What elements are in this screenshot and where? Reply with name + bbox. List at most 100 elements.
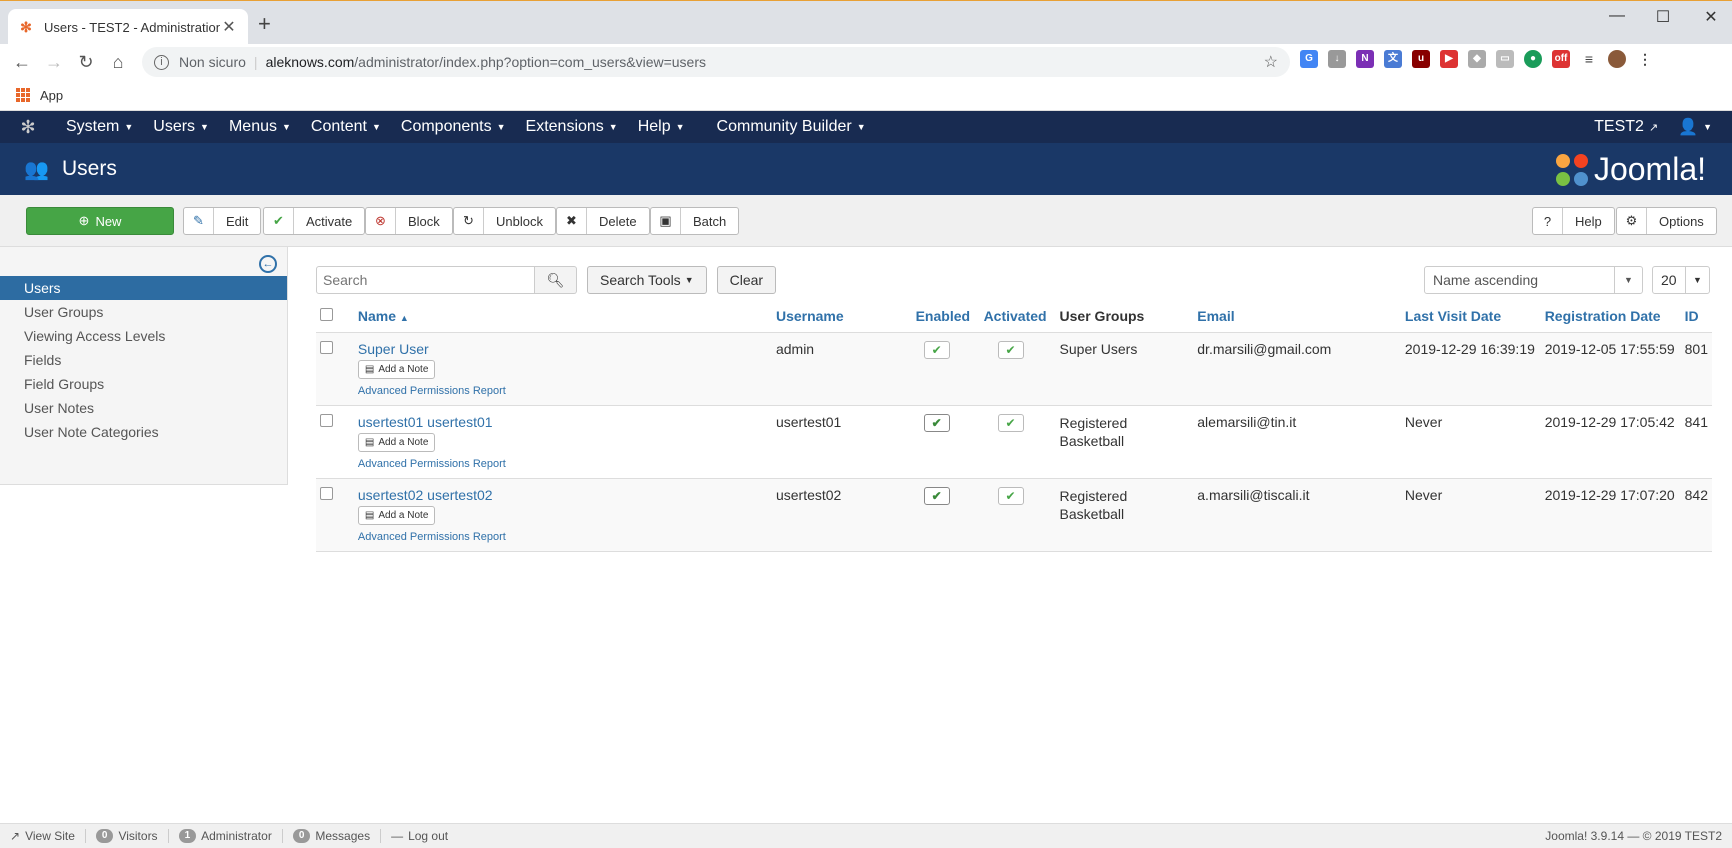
options-button[interactable]: ⚙ Options bbox=[1616, 207, 1717, 235]
col-registration[interactable]: Registration Date bbox=[1540, 300, 1681, 333]
permissions-report-link[interactable]: Advanced Permissions Report bbox=[358, 458, 768, 470]
col-name[interactable]: Name ▲ bbox=[353, 300, 772, 333]
col-username[interactable]: Username bbox=[771, 300, 912, 333]
home-icon[interactable]: ⌂ bbox=[102, 52, 134, 73]
translate-extension-icon[interactable]: 文 bbox=[1384, 50, 1402, 68]
messages-status[interactable]: 0 Messages bbox=[283, 829, 382, 843]
download-extension-icon[interactable]: ↓ bbox=[1328, 50, 1346, 68]
sidebar-item-access-levels[interactable]: Viewing Access Levels bbox=[0, 324, 287, 348]
activate-button[interactable]: ✔ Activate bbox=[263, 207, 366, 235]
menu-components[interactable]: Components ▼ bbox=[391, 118, 516, 136]
visitors-status[interactable]: 0 Visitors bbox=[86, 829, 169, 843]
caret-down-icon: ▼ bbox=[608, 122, 618, 132]
search-button[interactable]: 🔍︎ bbox=[535, 266, 577, 294]
user-name-link[interactable]: usertest02 usertest02 bbox=[358, 487, 768, 503]
col-last-visit[interactable]: Last Visit Date bbox=[1400, 300, 1541, 333]
view-site-link[interactable]: ↗ View Site bbox=[0, 829, 86, 843]
delete-button[interactable]: ✖ Delete bbox=[556, 207, 650, 235]
activated-check-icon[interactable]: ✔ bbox=[997, 413, 1024, 432]
sidebar-item-users[interactable]: Users bbox=[0, 276, 287, 300]
table-row: usertest02 usertest02 ▤ Add a Note Advanc… bbox=[316, 478, 1712, 552]
clear-button[interactable]: Clear bbox=[716, 266, 777, 294]
last-visit: Never bbox=[1400, 405, 1541, 479]
sort-select[interactable]: Name ascending ▼ bbox=[1424, 266, 1643, 294]
browser-tab[interactable]: ✻ Users - TEST2 - Administration ✕ bbox=[8, 9, 248, 45]
google-extension-icon[interactable]: G bbox=[1300, 50, 1318, 68]
bookmark-app[interactable]: App bbox=[40, 88, 63, 103]
ublock-extension-icon[interactable]: u bbox=[1412, 50, 1430, 68]
maximize-icon[interactable]: ☐ bbox=[1648, 7, 1678, 27]
menu-content[interactable]: Content ▼ bbox=[301, 118, 391, 136]
row-checkbox[interactable] bbox=[320, 413, 333, 427]
edit-button[interactable]: ✎ Edit bbox=[183, 207, 262, 235]
info-icon[interactable]: i bbox=[154, 54, 169, 70]
user-id: 801 bbox=[1680, 332, 1712, 406]
forward-icon[interactable]: → bbox=[38, 52, 70, 73]
playlist-icon[interactable]: ≡ bbox=[1580, 50, 1598, 68]
sidebar-item-note-categories[interactable]: User Note Categories bbox=[0, 420, 287, 444]
select-all-checkbox[interactable] bbox=[320, 307, 333, 321]
url-field[interactable]: i Non sicuro | aleknows.com/administrato… bbox=[142, 47, 1290, 77]
permissions-report-link[interactable]: Advanced Permissions Report bbox=[358, 385, 768, 397]
row-checkbox[interactable] bbox=[320, 486, 333, 500]
block-button[interactable]: ⊗ Block bbox=[365, 207, 453, 235]
menu-dots-icon[interactable]: ⋮ bbox=[1636, 50, 1654, 68]
off-extension-icon[interactable]: off bbox=[1552, 50, 1570, 68]
chat-extension-icon[interactable]: ● bbox=[1524, 50, 1542, 68]
new-button[interactable]: ⊕ New bbox=[26, 207, 174, 235]
close-window-icon[interactable]: ✕ bbox=[1696, 7, 1726, 27]
add-note-button[interactable]: ▤ Add a Note bbox=[357, 359, 436, 379]
search-icon: 🔍︎ bbox=[546, 271, 565, 288]
profile-avatar[interactable] bbox=[1608, 50, 1626, 68]
menu-users[interactable]: Users ▼ bbox=[143, 118, 219, 136]
search-tools-button[interactable]: Search Tools ▼ bbox=[587, 266, 707, 294]
menu-help[interactable]: Help ▼ bbox=[628, 118, 695, 136]
col-email[interactable]: Email bbox=[1193, 300, 1401, 333]
new-tab-button[interactable]: + bbox=[258, 13, 271, 35]
onenote-extension-icon[interactable]: N bbox=[1356, 50, 1374, 68]
search-input[interactable] bbox=[316, 266, 535, 294]
add-note-button[interactable]: ▤ Add a Note bbox=[357, 432, 436, 452]
minimize-icon[interactable]: — bbox=[1602, 7, 1632, 25]
help-button[interactable]: ? Help bbox=[1532, 207, 1615, 235]
unblock-button[interactable]: ↻ Unblock bbox=[453, 207, 556, 235]
collapse-sidebar-icon[interactable]: ← bbox=[259, 255, 277, 273]
reload-icon[interactable]: ↻ bbox=[70, 52, 102, 73]
user-menu[interactable]: 👤 ▼ bbox=[1668, 117, 1722, 137]
video-extension-icon[interactable]: ▶ bbox=[1440, 50, 1458, 68]
enabled-toggle-check-icon[interactable]: ✔ bbox=[923, 413, 950, 432]
row-checkbox[interactable] bbox=[320, 340, 333, 354]
card-extension-icon[interactable]: ▭ bbox=[1496, 50, 1514, 68]
col-enabled[interactable]: Enabled bbox=[911, 300, 980, 333]
col-id[interactable]: ID bbox=[1680, 300, 1712, 333]
apps-grid-icon[interactable] bbox=[16, 88, 30, 102]
bookmark-star-icon[interactable]: ☆ bbox=[1264, 52, 1278, 72]
permissions-report-link[interactable]: Advanced Permissions Report bbox=[358, 531, 768, 543]
back-icon[interactable]: ← bbox=[6, 52, 38, 73]
menu-system[interactable]: System ▼ bbox=[56, 118, 143, 136]
administrator-status[interactable]: 1 Administrator bbox=[169, 829, 283, 843]
sidebar-item-user-groups[interactable]: User Groups bbox=[0, 300, 287, 324]
joomla-icon[interactable]: ✻ bbox=[0, 117, 56, 138]
shield-extension-icon[interactable]: ◆ bbox=[1468, 50, 1486, 68]
enabled-toggle-check-icon[interactable]: ✔ bbox=[923, 486, 950, 505]
enabled-toggle-check-icon[interactable]: ✔ bbox=[923, 340, 950, 359]
batch-button[interactable]: ▣ Batch bbox=[650, 207, 740, 235]
add-note-button[interactable]: ▤ Add a Note bbox=[357, 505, 436, 525]
menu-community-builder[interactable]: Community Builder ▼ bbox=[707, 118, 876, 136]
limit-select[interactable]: 20 ▼ bbox=[1652, 266, 1710, 294]
page-title: Users bbox=[62, 157, 117, 180]
close-tab-icon[interactable]: ✕ bbox=[220, 17, 238, 37]
sidebar-item-user-notes[interactable]: User Notes bbox=[0, 396, 287, 420]
user-name-link[interactable]: Super User bbox=[358, 341, 768, 357]
menu-menus[interactable]: Menus ▼ bbox=[219, 118, 301, 136]
col-activated[interactable]: Activated bbox=[979, 300, 1056, 333]
sidebar-item-field-groups[interactable]: Field Groups bbox=[0, 372, 287, 396]
activated-check-icon[interactable]: ✔ bbox=[997, 486, 1024, 505]
menu-extensions[interactable]: Extensions ▼ bbox=[516, 118, 628, 136]
user-name-link[interactable]: usertest01 usertest01 bbox=[358, 414, 768, 430]
logout-link[interactable]: — Log out bbox=[381, 829, 458, 843]
activated-check-icon[interactable]: ✔ bbox=[997, 340, 1024, 359]
sidebar-item-fields[interactable]: Fields bbox=[0, 348, 287, 372]
site-link[interactable]: TEST2 ↗ bbox=[1584, 118, 1668, 136]
